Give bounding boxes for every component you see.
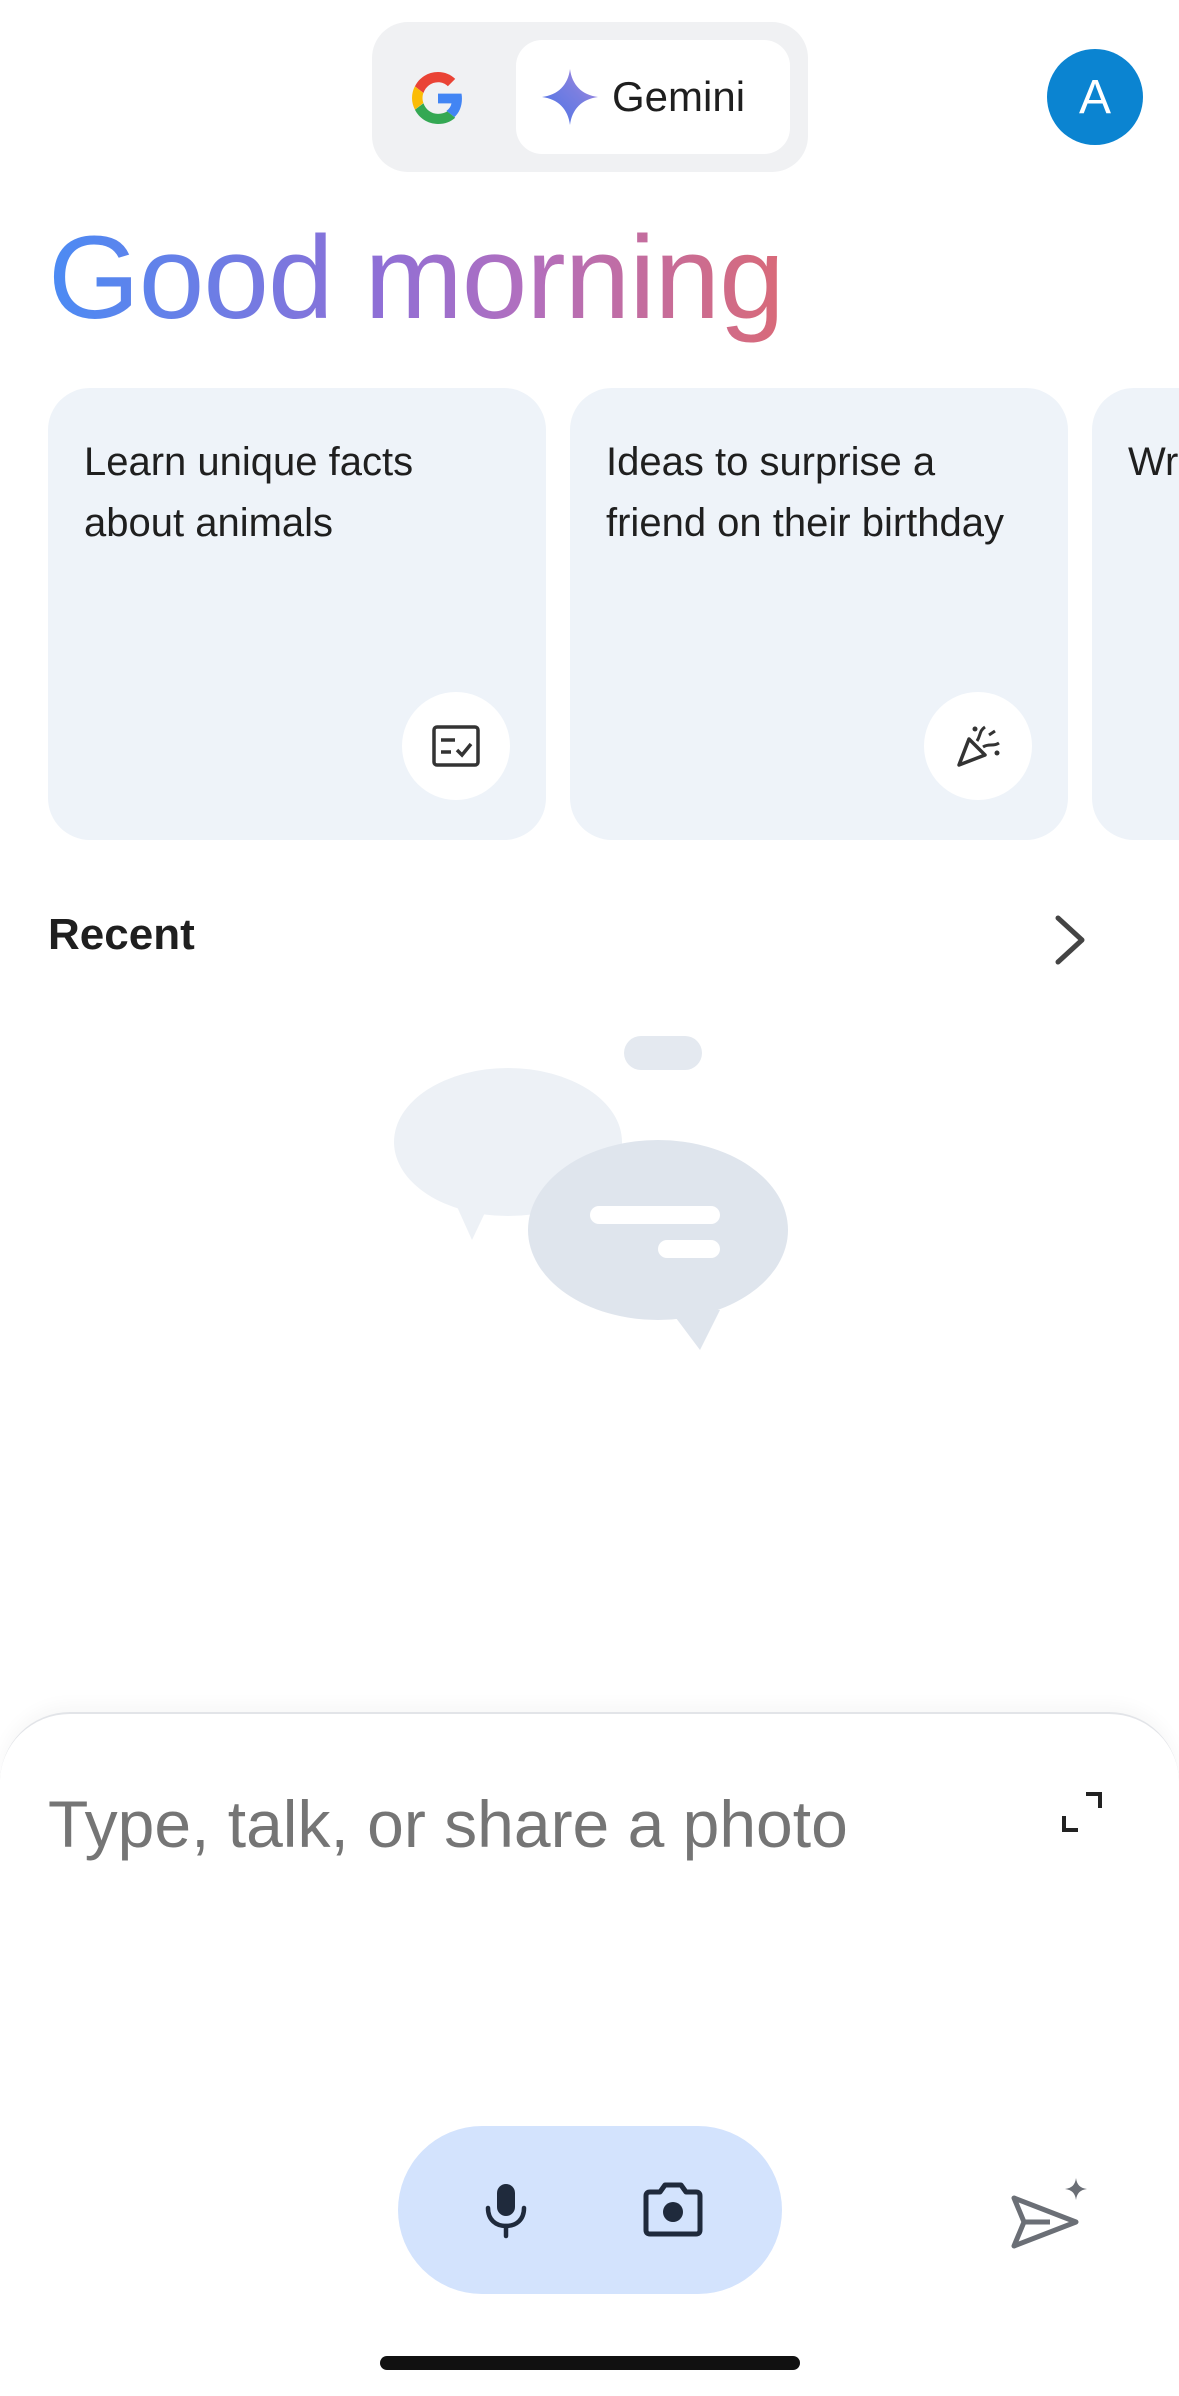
suggestion-card[interactable]: Wr no [1092,388,1179,840]
gemini-sparkle-icon [542,69,598,125]
input-panel [0,1712,1179,2396]
greeting-heading: Good morning [48,212,785,344]
microphone-icon[interactable] [476,2180,536,2240]
prompt-input[interactable] [48,1786,1008,1862]
suggestion-card[interactable]: Ideas to surprise a friend on their birt… [570,388,1068,840]
recent-heading: Recent [48,910,195,959]
suggestion-text: Ideas to surprise a friend on their birt… [606,440,1005,545]
empty-chat-illustration [394,1036,788,1350]
mode-switcher: Gemini [372,22,808,172]
chevron-right-icon[interactable] [1046,912,1094,968]
voice-camera-pill [398,2126,782,2294]
send-sparkle-icon[interactable] [1010,2176,1090,2254]
google-g-icon[interactable] [412,72,464,124]
suggestion-text: Wr no [1128,440,1179,484]
gemini-tab[interactable]: Gemini [516,40,790,154]
suggestion-text: Learn unique facts about animals [84,440,414,545]
gemini-label: Gemini [612,73,746,120]
expand-icon[interactable] [1060,1790,1104,1834]
checklist-icon [402,692,510,800]
suggestion-cards: Learn unique facts about animals Ideas t… [0,388,1179,840]
home-indicator [380,2356,800,2370]
camera-icon[interactable] [640,2180,706,2240]
suggestion-card[interactable]: Learn unique facts about animals [48,388,546,840]
avatar[interactable]: A [1047,49,1143,145]
party-popper-icon [924,692,1032,800]
